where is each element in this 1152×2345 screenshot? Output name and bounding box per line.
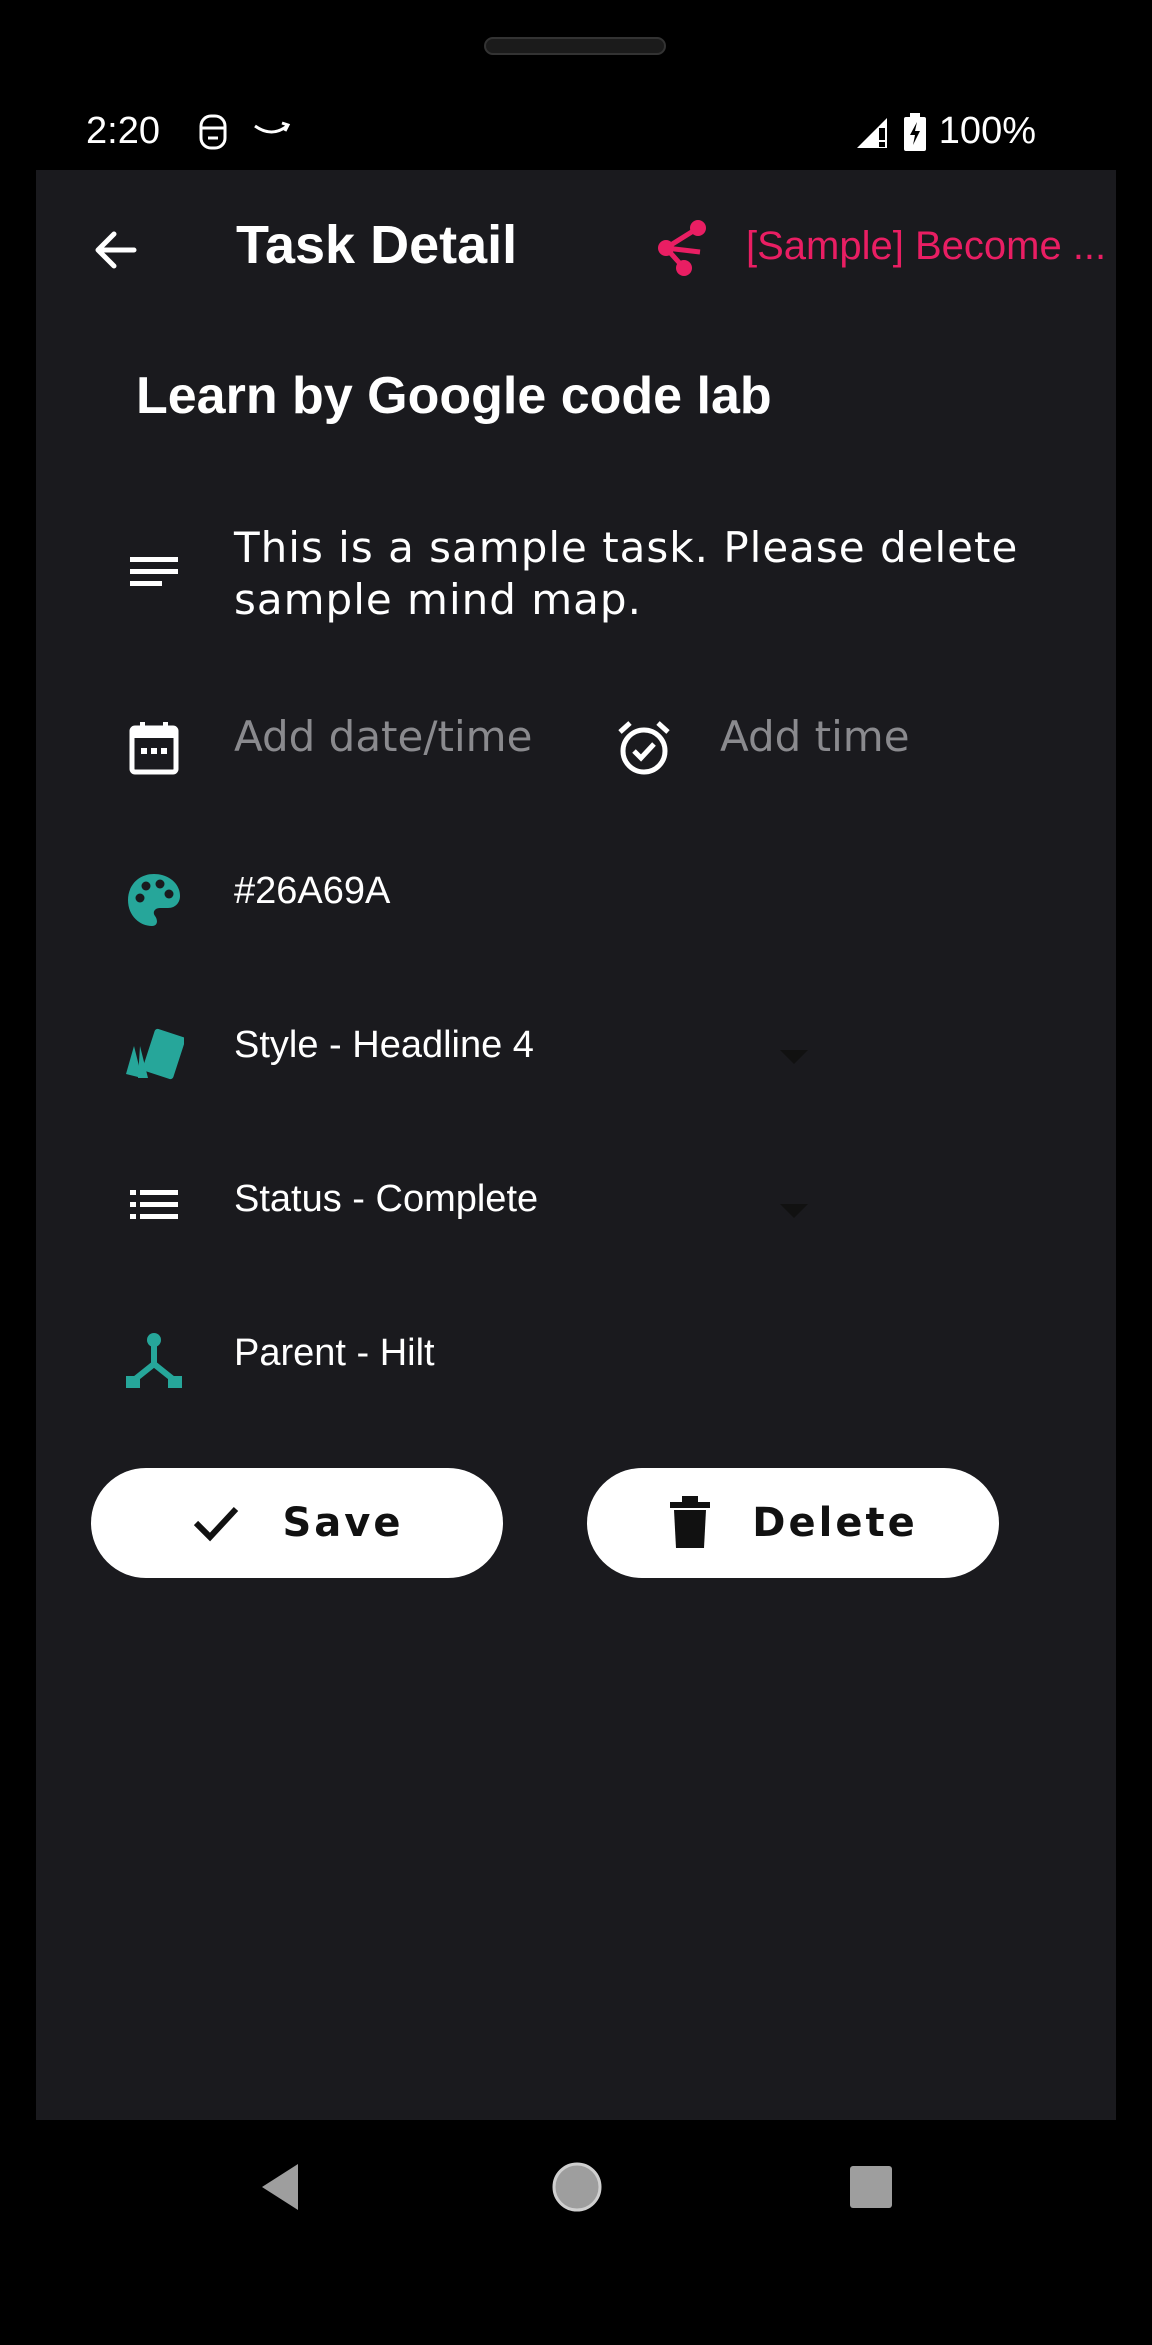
signal-icon <box>856 117 887 148</box>
date-input[interactable]: Add date/time <box>234 712 532 761</box>
style-dropdown-arrow-icon[interactable] <box>780 1050 808 1064</box>
parent-field[interactable]: Parent - Hilt <box>234 1332 435 1375</box>
status-right: 100% <box>855 110 1036 153</box>
status-bar: 2:20 100% <box>36 100 1116 170</box>
task-description[interactable]: This is a sample task. Please delete sam… <box>234 522 1054 626</box>
mind-map-icon[interactable] <box>654 218 710 278</box>
alarm-icon <box>618 721 670 775</box>
status-dropdown-arrow-icon[interactable] <box>780 1204 808 1218</box>
back-arrow-icon[interactable] <box>86 220 146 280</box>
earpiece-speaker <box>484 37 666 55</box>
app-screen: Task Detail [Sample] Become ... Learn by… <box>36 170 1116 2120</box>
check-icon <box>194 1506 239 1542</box>
save-button-label: Save <box>282 1500 404 1546</box>
status-time: 2:20 <box>86 110 160 152</box>
page-title: Task Detail <box>236 215 518 275</box>
top-app-bar: Task Detail [Sample] Become ... <box>36 170 1116 326</box>
notes-icon <box>130 557 178 586</box>
trash-icon <box>670 1496 711 1548</box>
battery-percent: 100% <box>938 110 1036 152</box>
system-nav-bar <box>0 2120 1152 2280</box>
nav-home-icon[interactable] <box>550 2160 604 2214</box>
phone-frame: 2:20 100% Task Detail [Sample] Become ..… <box>0 0 1152 2345</box>
delete-button[interactable]: Delete <box>587 1468 999 1578</box>
nav-back-icon[interactable] <box>258 2162 302 2212</box>
save-button[interactable]: Save <box>91 1468 503 1578</box>
status-dropdown[interactable]: Status - Complete <box>234 1178 538 1221</box>
nav-recents-icon[interactable] <box>850 2166 892 2208</box>
list-icon <box>130 1190 178 1219</box>
style-icon <box>126 1028 184 1080</box>
palette-icon[interactable] <box>124 870 184 930</box>
amazon-smile-icon <box>254 121 291 134</box>
face-icon <box>199 114 227 150</box>
time-input[interactable]: Add time <box>720 712 910 761</box>
calendar-icon <box>129 722 179 775</box>
delete-button-label: Delete <box>752 1500 918 1546</box>
parent-tree-icon <box>126 1333 182 1388</box>
mind-map-link[interactable]: [Sample] Become ... <box>746 224 1106 269</box>
color-value[interactable]: #26A69A <box>234 870 390 913</box>
battery-charging-icon <box>903 112 926 151</box>
task-title[interactable]: Learn by Google code lab <box>136 366 772 426</box>
style-dropdown[interactable]: Style - Headline 4 <box>234 1024 534 1067</box>
